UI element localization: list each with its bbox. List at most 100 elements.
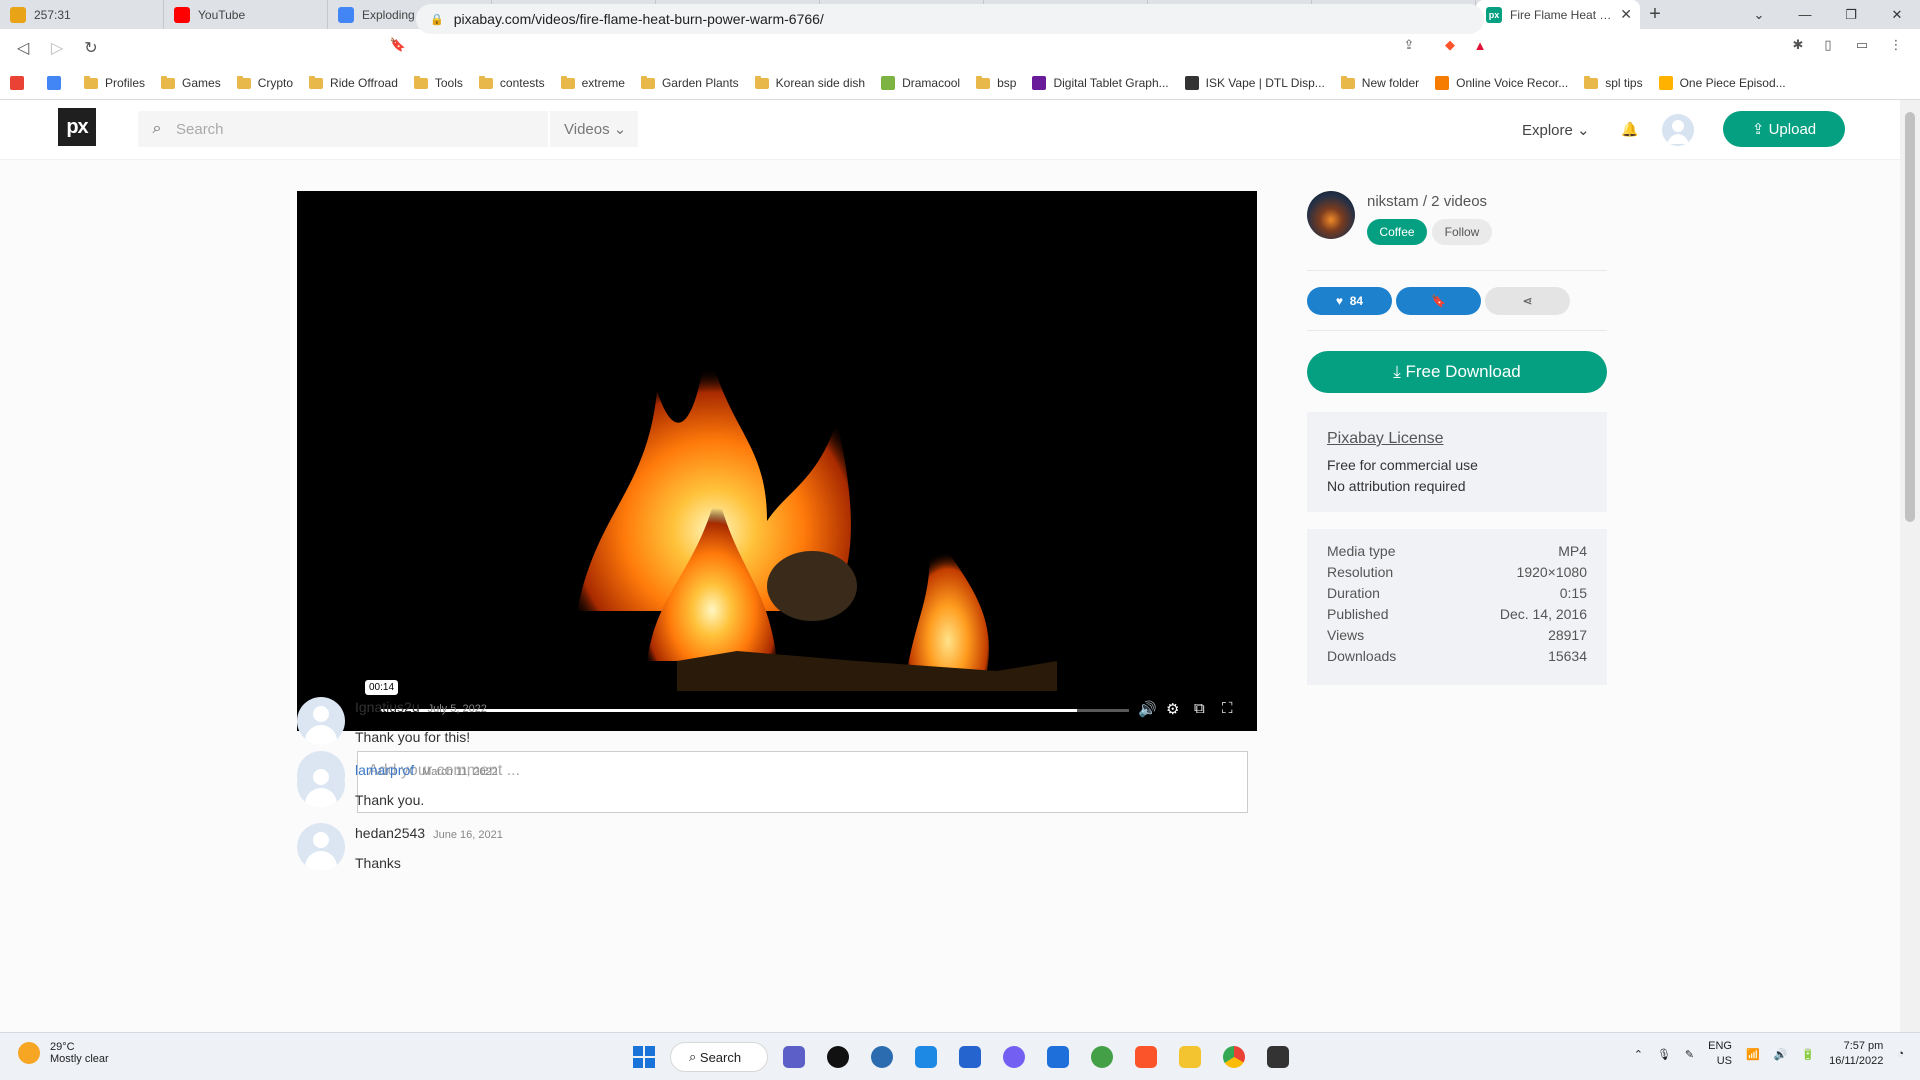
explore-label: Explore (1522, 122, 1573, 139)
pen-icon[interactable]: ✎ (1685, 1048, 1694, 1061)
save-button[interactable]: 🔖 (1396, 287, 1481, 315)
bookmark-item[interactable]: Crypto (236, 75, 293, 90)
share-button[interactable]: ⋖ (1485, 287, 1570, 315)
bookmark-page-icon[interactable]: 🔖 (386, 33, 410, 57)
notifications-icon[interactable]: ◔ (1897, 1048, 1904, 1060)
chevron-down-icon[interactable]: ⌄ (1736, 0, 1782, 29)
bookmark-item[interactable]: contests (478, 75, 545, 90)
menu-icon[interactable]: ⋮ (1884, 33, 1908, 57)
language-indicator[interactable]: ENG US (1708, 1039, 1732, 1069)
share-icon[interactable]: ⇪ (1397, 33, 1421, 57)
bookmark-item[interactable]: New folder (1340, 75, 1419, 90)
green-app-icon[interactable] (1084, 1039, 1120, 1075)
speaker-icon[interactable]: 🔊 (1774, 1048, 1788, 1061)
bluetooth-app-icon[interactable] (1040, 1039, 1076, 1075)
browser-tab[interactable]: 257:31 (0, 0, 164, 29)
minimize-button[interactable]: — (1782, 0, 1828, 29)
avatar[interactable] (297, 697, 345, 745)
avatar[interactable] (297, 760, 345, 808)
media-app-icon[interactable] (864, 1039, 900, 1075)
media-type-select[interactable]: Videos ⌄ (548, 111, 638, 147)
coffee-button[interactable]: Coffee (1367, 219, 1427, 245)
avatar[interactable] (297, 823, 345, 871)
sidebar-icon[interactable]: ▯ (1816, 33, 1840, 57)
pip-icon[interactable]: ⧉ (1194, 700, 1205, 717)
upload-button[interactable]: ⇪ Upload (1723, 111, 1845, 147)
bookmark-item[interactable]: Games (161, 75, 221, 90)
bookmark-item[interactable]: spl tips (1584, 75, 1643, 90)
bookmark-item[interactable]: Digital Tablet Graph... (1032, 76, 1169, 90)
pixabay-logo[interactable]: px (58, 108, 96, 146)
back-button[interactable]: ◁ (6, 31, 40, 65)
bookmark-item[interactable]: Profiles (84, 75, 145, 90)
new-tab-button[interactable]: + (1640, 0, 1670, 29)
chrome-app-icon[interactable] (1216, 1039, 1252, 1075)
bookmark-item[interactable]: bsp (976, 75, 1016, 90)
forward-button[interactable]: ▷ (40, 31, 74, 65)
scrollbar-thumb[interactable] (1905, 112, 1915, 522)
close-window-button[interactable]: ✕ (1874, 0, 1920, 29)
browser-tab[interactable]: YouTube (164, 0, 328, 29)
store-app-icon[interactable] (908, 1039, 944, 1075)
brave-rewards-icon[interactable]: ▲ (1468, 33, 1492, 57)
explore-menu[interactable]: Explore ⌄ (1522, 121, 1590, 139)
weather-widget[interactable]: 29°C Mostly clear (18, 1041, 109, 1065)
brave-shield-icon[interactable]: ◆ (1438, 33, 1462, 57)
calendar-icon (47, 76, 61, 90)
comment-username[interactable]: Ignatius2u July 5, 2022 (355, 699, 487, 715)
volume-icon[interactable]: 🔊 (1138, 700, 1157, 718)
bookmark-item[interactable]: Korean side dish (754, 75, 865, 90)
clock-date: 16/11/2022 (1829, 1055, 1884, 1067)
reload-button[interactable]: ↻ (74, 31, 108, 65)
bookmark-item[interactable]: Ride Offroad (309, 75, 398, 90)
close-icon[interactable]: ✕ (1620, 6, 1632, 23)
url-bar[interactable]: 🔒 pixabay.com/videos/fire-flame-heat-bur… (416, 4, 1484, 34)
chevron-down-icon: ⌄ (1577, 122, 1590, 139)
search-input[interactable]: Search (176, 121, 548, 138)
todo-app-icon[interactable] (952, 1039, 988, 1075)
bookmark-item[interactable]: One Piece Episod... (1658, 76, 1786, 90)
license-link[interactable]: Pixabay License (1327, 428, 1587, 449)
davinci-app-icon[interactable] (1260, 1039, 1296, 1075)
search-box[interactable]: ⌕ Search Videos ⌄ (138, 111, 638, 147)
file-explorer-icon[interactable] (1172, 1039, 1208, 1075)
gmail-bookmark[interactable] (10, 76, 31, 90)
restore-button[interactable]: ❐ (1828, 0, 1874, 29)
chevron-down-icon: ⌄ (613, 121, 627, 138)
bookmark-item[interactable]: Dramacool (881, 76, 960, 90)
clock[interactable]: 7:57 pm 16/11/2022 (1829, 1039, 1883, 1069)
bookmark-item[interactable]: Tools (413, 75, 463, 90)
meet-app-icon[interactable] (776, 1039, 812, 1075)
settings-gear-icon[interactable]: ⚙ (1166, 700, 1179, 718)
system-tray: ⌃ 🎙 ✎ ENG US 📶 🔊 🔋 7:57 pm 16/11/2022 ◔ (1634, 1039, 1904, 1069)
wallet-icon[interactable]: ▭ (1850, 33, 1874, 57)
recorder-app-icon[interactable] (820, 1039, 856, 1075)
comment-username[interactable]: lamarprof March 11, 2022 (355, 762, 498, 778)
bell-icon[interactable]: 🔔 (1621, 121, 1638, 138)
user-avatar[interactable] (1662, 114, 1694, 146)
bookmark-item[interactable]: Online Voice Recor... (1435, 76, 1568, 90)
page-scrollbar[interactable] (1900, 100, 1920, 1032)
bookmark-item[interactable]: extreme (560, 75, 625, 90)
free-download-button[interactable]: ⤓ Free Download (1307, 351, 1607, 393)
video-player[interactable]: ▶ 00:14 🔊 ⚙ ⧉ ⛶ (297, 191, 1257, 731)
follow-button[interactable]: Follow (1432, 219, 1492, 245)
viber-app-icon[interactable] (996, 1039, 1032, 1075)
tab-active[interactable]: px Fire Flame Heat - Fr ✕ (1476, 0, 1640, 29)
author-name[interactable]: nikstam / 2 videos (1367, 193, 1487, 210)
chevron-up-icon[interactable]: ⌃ (1634, 1048, 1643, 1061)
bookmark-item[interactable]: Garden Plants (640, 75, 739, 90)
wifi-icon[interactable]: 📶 (1746, 1048, 1760, 1061)
battery-icon[interactable]: 🔋 (1801, 1048, 1815, 1061)
taskbar-search[interactable]: ⌕ Search (670, 1042, 768, 1072)
author-avatar[interactable] (1307, 191, 1355, 239)
extensions-icon[interactable]: ✱ (1786, 33, 1810, 57)
comment-username[interactable]: hedan2543 June 16, 2021 (355, 825, 503, 841)
bookmark-item[interactable]: ISK Vape | DTL Disp... (1184, 76, 1325, 90)
start-button[interactable] (626, 1039, 662, 1075)
calendar-bookmark[interactable] (47, 76, 68, 90)
microphone-icon[interactable]: 🎙 (1657, 1048, 1671, 1061)
brave-app-icon[interactable] (1128, 1039, 1164, 1075)
like-button[interactable]: ♥ 84 (1307, 287, 1392, 315)
fullscreen-icon[interactable]: ⛶ (1222, 700, 1233, 717)
